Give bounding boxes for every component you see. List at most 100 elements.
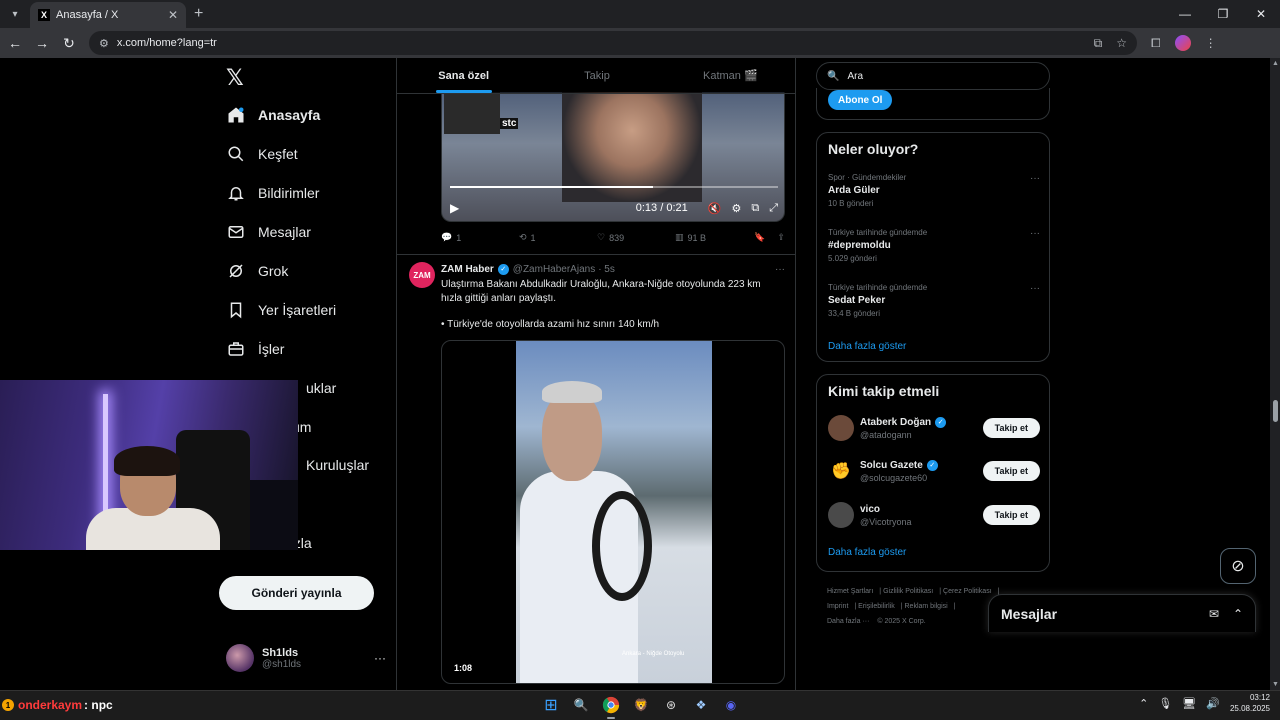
windows-start-icon[interactable]: ⊞ [540,694,562,716]
close-window-icon[interactable]: ✕ [1242,0,1280,28]
nav-bookmarks[interactable]: Yer İşaretleri [226,295,336,325]
trend-item[interactable]: Türkiye tarihinde gündemde #depremoldu 5… [828,228,1040,263]
new-tab-icon[interactable]: + [194,5,203,23]
volume-icon[interactable]: 🔊 [1206,697,1220,710]
pip-icon[interactable]: ⧉ [751,202,759,215]
post-button[interactable]: Gönderi yayınla [219,576,374,610]
footer-link[interactable]: Hizmet Şartları [827,588,873,595]
avatar[interactable] [828,415,854,441]
repost-button[interactable]: ⟲ 1 [519,232,597,243]
fullscreen-icon[interactable]: ⤢ [769,202,778,215]
avatar[interactable]: ZAM [409,262,435,288]
trend-topic: Arda Güler [828,185,880,196]
video-player[interactable]: stc ▶ 0:13 / 0:21 🔇 ⚙ ⧉ ⤢ [441,92,785,222]
scroll-down-icon[interactable]: ▼ [1272,681,1279,688]
url-input[interactable]: ⚙ x.com/home?lang=tr ⧉ ☆ [89,31,1137,55]
messages-drawer[interactable]: Mesajlar ✉ ⌃ [988,594,1256,632]
tab-for-you[interactable]: Sana özel [397,58,530,93]
share-icon[interactable]: ⇪ [777,232,785,243]
chrome-icon[interactable] [600,694,622,719]
left-navigation: 𝕏 Anasayfa Keşfet Bildirimler Mesajlar G… [218,58,396,690]
trend-item[interactable]: Spor · Gündemdekiler Arda Güler 10 B gön… [828,173,1040,208]
reload-icon[interactable]: ↻ [57,31,81,55]
scroll-up-icon[interactable]: ▲ [1272,60,1279,67]
follow-suggestion[interactable]: vico @Vicotryona Takip et [828,500,1040,530]
footer-link[interactable]: Çerez Politikası [943,588,992,595]
show-more-link[interactable]: Daha fazla göster [828,547,906,558]
more-options-icon[interactable]: ··· [1030,173,1040,184]
new-message-icon[interactable]: ✉ [1209,607,1219,621]
footer-link[interactable]: Erişilebilirlik [858,603,895,610]
more-options-icon[interactable]: ··· [1030,283,1040,294]
fist-logo-icon[interactable]: ✊ [828,458,854,484]
bookmark-button[interactable]: 🔖 [754,232,765,243]
nav-grok[interactable]: Grok [226,256,288,286]
more-options-icon[interactable]: ··· [374,651,386,665]
footer-link[interactable]: Gizlilik Politikası [883,588,933,595]
app-icon[interactable]: ❖ [690,694,712,716]
more-options-icon[interactable]: ··· [1030,228,1040,239]
show-more-link[interactable]: Daha fazla göster [828,341,906,352]
tray-chevron-icon[interactable]: ⌃ [1139,697,1148,710]
scrollbar-thumb[interactable] [1273,400,1278,422]
account-switcher[interactable]: Sh1lds @sh1lds ··· [226,642,386,674]
nav-notifications[interactable]: Bildirimler [226,178,319,208]
more-options-icon[interactable]: ··· [775,264,785,275]
nav-jobs[interactable]: İşler [226,334,284,364]
play-icon[interactable]: ▶ [450,201,459,215]
tab-following[interactable]: Takip [530,58,663,93]
browser-tab[interactable]: X Anasayfa / X ✕ [30,2,186,28]
search-input[interactable]: 🔍 Ara [816,62,1050,90]
search-icon[interactable]: 🔍 [570,694,592,716]
follow-button[interactable]: Takip et [982,505,1040,525]
install-app-icon[interactable]: ⧉ [1094,36,1103,51]
expand-icon[interactable]: ⌃ [1233,607,1243,621]
profile-avatar-icon[interactable] [1174,35,1191,51]
follow-suggestion[interactable]: ✊ Solcu Gazete ✓ @solcugazete60 Takip et [828,456,1040,486]
bookmark-star-icon[interactable]: ☆ [1116,36,1127,51]
reply-button[interactable]: 💬 1 [441,232,519,243]
discord-icon[interactable]: ◉ [720,694,742,716]
nav-home[interactable]: Anasayfa [226,100,320,130]
tab-list[interactable]: Katman 🎬 [664,58,795,93]
page-scrollbar[interactable]: ▲ ▼ [1270,58,1280,690]
tweet-time[interactable]: · 5s [598,264,615,275]
nav-explore[interactable]: Keşfet [226,139,298,169]
forward-icon[interactable]: → [30,31,54,55]
site-info-icon[interactable]: ⚙ [99,37,109,50]
settings-icon[interactable]: ⚙ [731,202,741,215]
follow-button[interactable]: Takip et [982,461,1040,481]
nav-messages[interactable]: Mesajlar [226,217,311,247]
minimize-icon[interactable]: — [1166,0,1204,28]
mute-icon[interactable]: 🔇 [708,202,722,215]
taskbar-clock[interactable]: 03:12 25.08.2025 [1230,692,1270,714]
follow-suggestion[interactable]: Ataberk Doğan ✓ @atadogann Takip et [828,413,1040,443]
tab-search-icon[interactable]: ▾ [2,3,28,25]
views-button[interactable]: ▥ 91 B [675,232,741,243]
trend-item[interactable]: Türkiye tarihinde gündemde Sedat Peker 3… [828,283,1040,318]
footer-link[interactable]: Imprint [827,603,848,610]
video-player[interactable]: Ankara - Niğde Otoyolu 1:08 [441,340,785,684]
follow-button[interactable]: Takip et [982,418,1040,438]
grok-fab-icon[interactable]: ⊘ [1220,548,1256,584]
microphone-icon[interactable]: 🎙 [1158,697,1172,710]
like-button[interactable]: ♡ 839 [597,232,675,243]
video-progress-bar[interactable] [450,186,778,188]
app-icon[interactable]: ⊛ [660,694,682,716]
avatar[interactable] [828,502,854,528]
extensions-icon[interactable]: ⧠ [1151,36,1161,51]
subscribe-button[interactable]: Abone Ol [828,90,893,110]
video-caption: Ankara - Niğde Otoyolu [622,651,685,657]
tweet-author-handle[interactable]: @ZamHaberAjans [513,264,595,275]
x-logo-icon[interactable]: 𝕏 [226,66,244,91]
footer-link[interactable]: Daha fazla ··· [827,618,869,625]
browser-menu-icon[interactable]: ⋮ [1205,36,1217,50]
restore-icon[interactable]: ❐ [1204,0,1242,28]
network-icon[interactable]: 🖥 [1182,697,1196,710]
nav-label: Kuruluşlar [306,457,370,473]
footer-link[interactable]: Reklam bilgisi [905,603,948,610]
tweet-author-name[interactable]: ZAM Haber [441,264,494,275]
tab-close-icon[interactable]: ✕ [168,8,178,22]
back-icon[interactable]: ← [3,31,27,55]
brave-icon[interactable]: 🦁 [630,694,652,716]
